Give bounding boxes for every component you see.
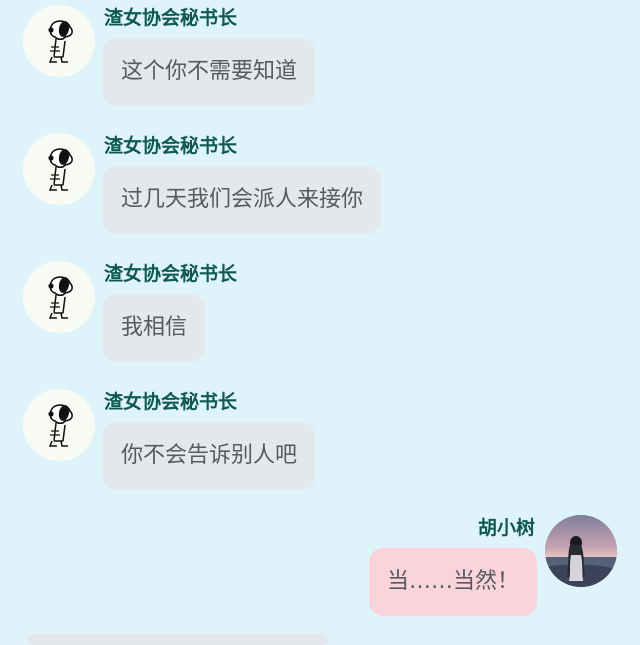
message-row: 渣女协会秘书长 过几天我们会派人来接你 <box>0 128 640 248</box>
message-bubble[interactable]: 这个你不需要知道 <box>103 38 316 106</box>
message-row-self: 胡小树 当……当然！ <box>0 512 640 632</box>
message-bubble-self[interactable]: 当……当然！ <box>368 548 537 616</box>
sender-avatar[interactable] <box>23 389 95 461</box>
snoopy-avatar-icon <box>48 148 73 191</box>
sender-name: 渣女协会秘书长 <box>104 7 238 29</box>
message-row: 渣女协会秘书长 这个你不需要知道 <box>0 0 640 120</box>
self-avatar[interactable] <box>545 515 617 587</box>
snoopy-avatar-icon <box>48 276 73 319</box>
self-name: 胡小树 <box>477 517 535 539</box>
sender-name: 渣女协会秘书长 <box>104 391 238 413</box>
sender-avatar[interactable] <box>23 133 95 205</box>
message-bubble[interactable]: 过几天我们会派人来接你 <box>103 166 382 234</box>
message-bubble[interactable]: 我相信 <box>103 294 206 362</box>
snoopy-avatar-icon <box>48 20 73 63</box>
message-bubble[interactable]: 你不会告诉别人吧 <box>103 422 316 490</box>
sender-name: 渣女协会秘书长 <box>104 263 238 285</box>
sender-avatar[interactable] <box>23 261 95 333</box>
snoopy-avatar-icon <box>48 404 73 447</box>
seaside-girl-avatar-icon <box>545 515 617 587</box>
sender-name: 渣女协会秘书长 <box>104 135 238 157</box>
message-row: 渣女协会秘书长 我相信 <box>0 256 640 376</box>
sender-avatar[interactable] <box>23 5 95 77</box>
next-message-bubble-partial <box>28 633 328 645</box>
message-row: 渣女协会秘书长 你不会告诉别人吧 <box>0 384 640 504</box>
